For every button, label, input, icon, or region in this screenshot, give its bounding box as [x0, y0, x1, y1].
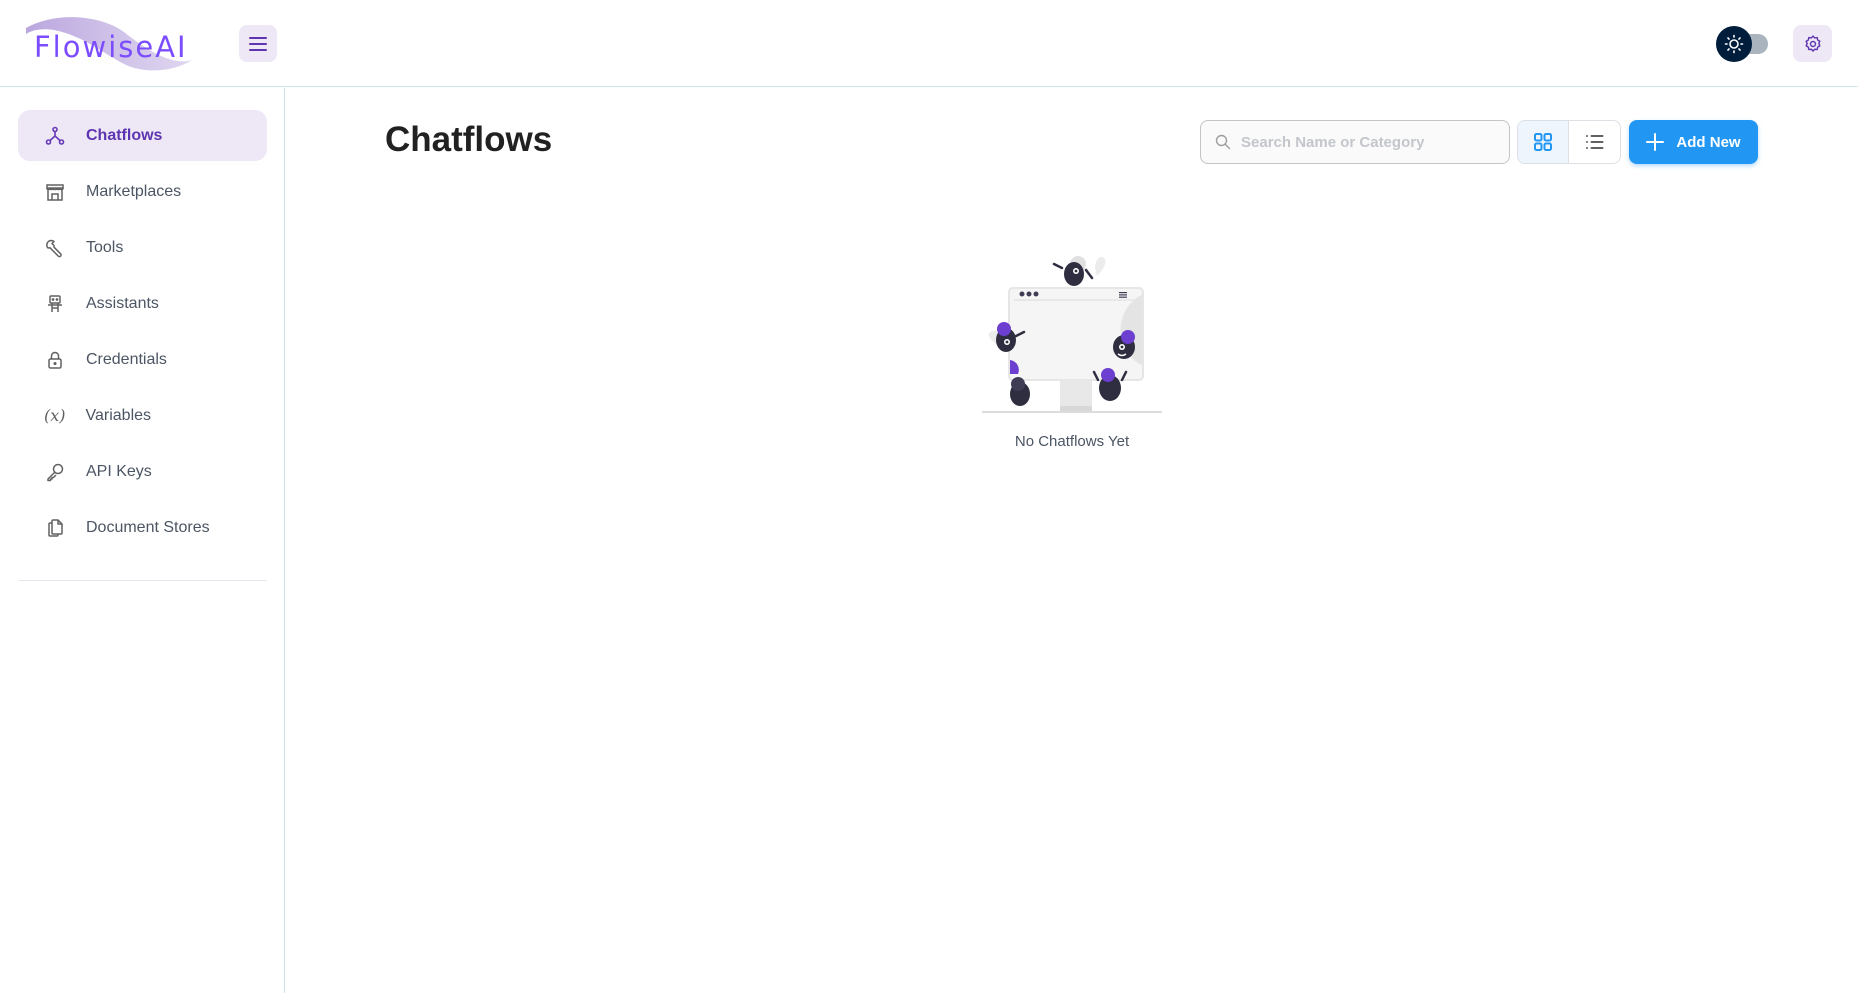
menu-toggle-button[interactable] [239, 25, 277, 62]
empty-robots-illustration [982, 256, 1162, 413]
search-icon [1215, 134, 1231, 150]
list-icon [1585, 135, 1603, 149]
page-title: Chatflows [385, 120, 553, 159]
top-header: FlowiseAI [0, 0, 1858, 87]
sidebar-nav: Chatflows Marketplaces Tools Assistants … [18, 110, 267, 558]
empty-state-message: No Chatflows Yet [1014, 433, 1130, 450]
card-view-button[interactable] [1518, 121, 1570, 163]
sidebar-item-marketplaces[interactable]: Marketplaces [18, 166, 267, 217]
add-new-label: Add New [1676, 133, 1741, 151]
sidebar-item-label: Assistants [86, 294, 159, 312]
flowise-logo[interactable]: FlowiseAI [24, 14, 196, 72]
sidebar-item-document-stores[interactable]: Document Stores [18, 502, 267, 553]
wrench-icon [44, 237, 66, 259]
add-new-button[interactable]: Add New [1629, 120, 1758, 164]
sidebar-item-assistants[interactable]: Assistants [18, 278, 267, 329]
sidebar-item-credentials[interactable]: Credentials [18, 334, 267, 385]
gear-icon [1804, 34, 1821, 52]
sidebar-item-api-keys[interactable]: API Keys [18, 446, 267, 497]
sidebar-item-label: API Keys [86, 462, 152, 480]
sidebar-item-label: Document Stores [86, 518, 210, 536]
sidebar-item-variables[interactable]: (x) Variables [18, 390, 267, 441]
empty-state: No Chatflows Yet [972, 248, 1172, 450]
sun-icon [1724, 34, 1744, 54]
files-icon [44, 517, 66, 539]
main-content: Chatflows Add New [286, 88, 1858, 993]
sidebar-item-label: Chatflows [86, 126, 163, 144]
theme-toggle-switch[interactable] [1716, 26, 1772, 62]
sidebar-item-label: Credentials [86, 350, 167, 368]
sidebar-item-label: Variables [85, 406, 152, 424]
grid-icon [1534, 133, 1552, 151]
sidebar-item-tools[interactable]: Tools [18, 222, 267, 273]
sidebar-item-chatflows[interactable]: Chatflows [18, 110, 267, 161]
variable-icon: (x) [44, 406, 66, 425]
chatflow-nodes-icon [44, 125, 66, 147]
sidebar-item-label: Marketplaces [86, 182, 182, 200]
store-icon [44, 181, 66, 203]
hamburger-icon [249, 36, 267, 51]
search-box[interactable] [1200, 120, 1510, 164]
sidebar-divider [18, 580, 267, 581]
list-view-button[interactable] [1569, 121, 1620, 163]
view-toggle-group [1517, 120, 1621, 164]
lock-icon [44, 349, 66, 371]
settings-button[interactable] [1793, 25, 1832, 62]
robot-icon [44, 293, 66, 315]
sidebar-item-label: Tools [86, 238, 124, 256]
brand-name: FlowiseAI [34, 30, 188, 64]
plus-icon [1646, 133, 1665, 151]
toggle-thumb [1716, 26, 1752, 62]
sidebar: Chatflows Marketplaces Tools Assistants … [0, 88, 285, 993]
search-input[interactable] [1241, 133, 1481, 151]
key-icon [44, 461, 66, 483]
